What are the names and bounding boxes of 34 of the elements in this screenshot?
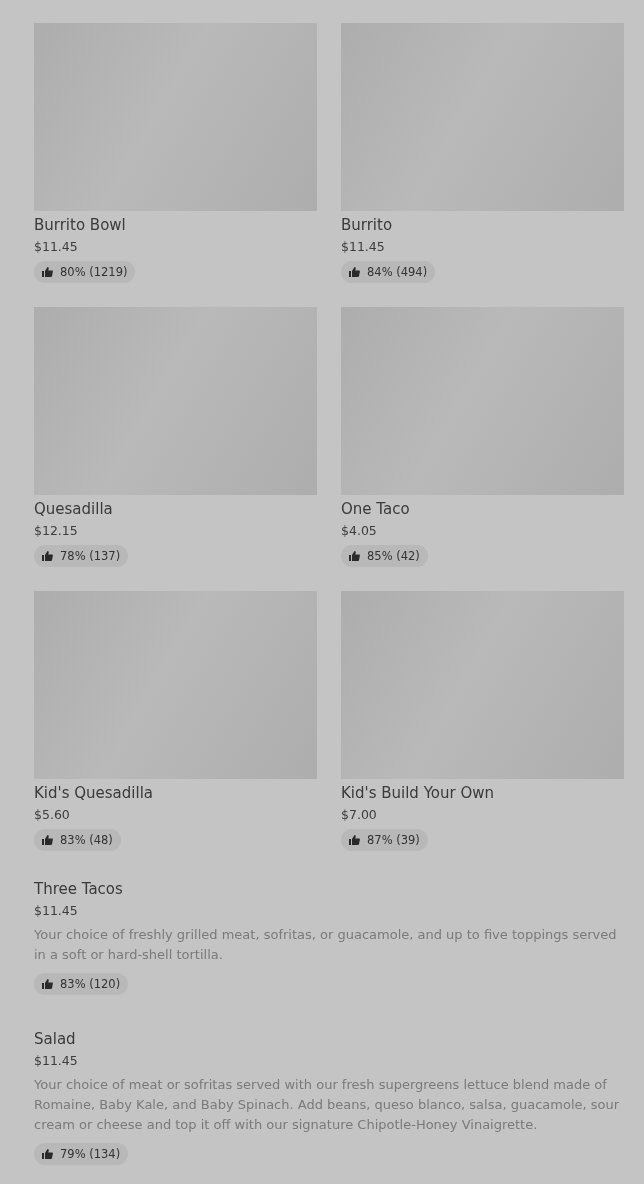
rating-badge: 83% (120) (34, 973, 129, 995)
rating-badge: 83% (48) (34, 829, 121, 851)
item-price: $11.45 (34, 1053, 79, 1069)
thumbs-up-icon (42, 267, 53, 277)
item-price: $11.45 (34, 239, 79, 255)
rating-badge: 78% (137) (34, 545, 129, 567)
rating-badge: 85% (42) (341, 545, 428, 567)
item-price: $7.00 (341, 807, 378, 823)
item-name: Three Tacos (34, 880, 124, 898)
item-price: $4.05 (341, 523, 378, 539)
thumbs-up-icon (42, 835, 53, 845)
item-description: Your choice of meat or sofritas served with our fresh supergreens lettuce blend made of Romaine, Baby Kale, and Baby Spinach. Add beans, queso blanco, salsa, guacamole, sour cream or cheese and top it off with our signature Chipotle-Honey Vinaigrette. (34, 1076, 621, 1134)
thumbs-up-icon (42, 979, 53, 989)
rating-badge: 84% (494) (341, 261, 436, 283)
item-price: $5.60 (34, 807, 71, 823)
thumbs-up-icon (42, 551, 53, 561)
thumbs-up-icon (42, 1149, 53, 1159)
item-description: Your choice of freshly grilled meat, sofritas, or guacamole, and up to five toppings served in a soft or hard-shell tortilla. (34, 926, 618, 964)
item-price: $11.45 (34, 903, 79, 919)
item-name: Kid's Build Your Own (341, 784, 496, 802)
thumbs-up-icon (349, 551, 360, 561)
item-price: $11.45 (341, 239, 386, 255)
item-name: Quesadilla (34, 500, 114, 518)
thumbs-up-icon (349, 835, 360, 845)
item-name: Burrito (341, 216, 394, 234)
rating-badge: 79% (134) (34, 1143, 129, 1165)
item-name: Kid's Quesadilla (34, 784, 154, 802)
rating-badge: 87% (39) (341, 829, 428, 851)
item-price: $12.15 (34, 523, 79, 539)
rating-badge: 80% (1219) (34, 261, 136, 283)
item-name: One Taco (341, 500, 411, 518)
thumbs-up-icon (349, 267, 360, 277)
item-name: Salad (34, 1030, 77, 1048)
item-name: Burrito Bowl (34, 216, 127, 234)
